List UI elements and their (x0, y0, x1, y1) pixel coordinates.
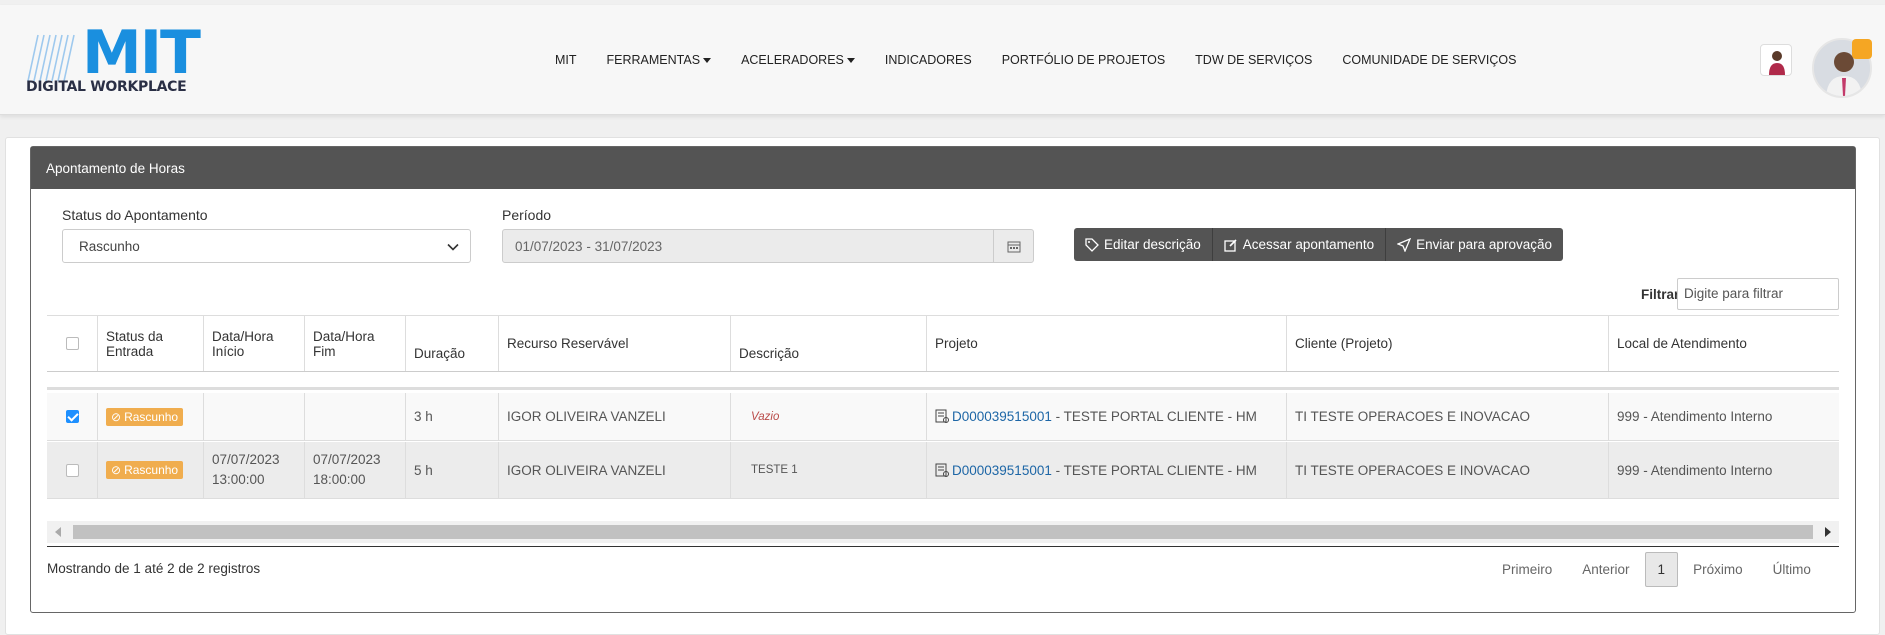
logo-text: MIT (82, 18, 201, 88)
nav-item-indicadores[interactable]: INDICADORES (870, 53, 987, 67)
status-select[interactable]: Rascunho (62, 229, 471, 263)
client-cell: TI TESTE OPERACOES E INOVACAO (1287, 442, 1609, 498)
nav-item-mit[interactable]: MIT (540, 53, 592, 67)
project-name: - TESTE PORTAL CLIENTE - HM (1051, 409, 1257, 424)
edit-icon (1224, 238, 1237, 252)
col-description[interactable]: Descrição (731, 316, 927, 371)
description-cell[interactable]: Vazio (751, 411, 779, 423)
filter-label: Filtrar (1641, 287, 1680, 302)
scrollbar-thumb[interactable] (73, 525, 1813, 539)
location-cell: 999 - Atendimento Interno (1617, 409, 1773, 424)
table-spacer (47, 373, 1839, 390)
edit-description-button[interactable]: Editar descrição (1074, 228, 1213, 261)
caret-down-icon (703, 58, 712, 64)
col-client[interactable]: Cliente (Projeto) (1287, 316, 1609, 371)
page-previous[interactable]: Anterior (1567, 562, 1644, 577)
page-last[interactable]: Último (1758, 562, 1826, 577)
location-cell: 999 - Atendimento Interno (1617, 462, 1773, 478)
tag-icon (1085, 237, 1099, 252)
user-figure-icon[interactable] (1760, 44, 1792, 76)
page-next[interactable]: Próximo (1678, 562, 1758, 577)
caret-down-icon (846, 58, 855, 64)
col-project[interactable]: Projeto (927, 316, 1287, 371)
main-nav: MIT FERRAMENTAS ACELERADORES INDICADORES… (540, 45, 1531, 75)
col-start[interactable]: Data/Hora Início (204, 316, 305, 371)
status-badge: ⊘ Rascunho (106, 407, 184, 426)
send-approval-button[interactable]: Enviar para aprovação (1386, 228, 1563, 261)
table-header-row: Status da Entrada Data/Hora Início Data/… (47, 315, 1839, 372)
draft-icon: ⊘ (111, 463, 122, 477)
period-label: Período (502, 207, 552, 223)
row-checkbox[interactable] (65, 463, 79, 477)
row-checkbox[interactable] (65, 410, 79, 423)
description-cell[interactable]: TESTE 1 (751, 464, 798, 476)
duration-cell: 3 h (406, 393, 499, 440)
status-select-value: Rascunho (79, 239, 140, 254)
nav-item-comunidade[interactable]: COMUNIDADE DE SERVIÇOS (1327, 53, 1531, 67)
table-row[interactable]: ⊘ Rascunho 3 h IGOR OLIVEIRA VANZELI Vazi… (47, 393, 1839, 441)
project-doc-icon (935, 463, 949, 477)
draft-icon: ⊘ (111, 409, 122, 424)
page-first[interactable]: Primeiro (1487, 562, 1567, 577)
project-link[interactable]: D000039515001 (952, 409, 1052, 424)
resource-cell: IGOR OLIVEIRA VANZELI (499, 393, 731, 440)
duration-cell: 5 h (406, 442, 499, 498)
project-doc-icon (935, 409, 949, 423)
col-status[interactable]: Status da Entrada (98, 316, 204, 371)
status-badge: ⊘ Rascunho (106, 461, 184, 479)
nav-item-portfolio[interactable]: PORTFÓLIO DE PROJETOS (987, 53, 1180, 67)
pagination: Primeiro Anterior 1 Próximo Último (1487, 551, 1826, 587)
select-all-checkbox[interactable] (65, 337, 79, 350)
client-cell: TI TESTE OPERACOES E INOVACAO (1287, 393, 1609, 440)
calendar-icon[interactable] (993, 230, 1033, 262)
nav-item-tdw[interactable]: TDW DE SERVIÇOS (1180, 53, 1327, 67)
start-date: 07/07/2023 (212, 452, 280, 467)
resource-cell: IGOR OLIVEIRA VANZELI (499, 442, 731, 498)
nav-item-ferramentas[interactable]: FERRAMENTAS (592, 53, 727, 67)
project-link[interactable]: D000039515001 (952, 463, 1052, 478)
mit-logo[interactable]: MIT DIGITAL WORKPLACE (24, 23, 204, 102)
end-time: 18:00:00 (313, 472, 366, 487)
top-navbar: MIT DIGITAL WORKPLACE MIT FERRAMENTAS AC… (0, 5, 1885, 115)
logo-subtitle: DIGITAL WORKPLACE (26, 79, 187, 95)
nav-item-aceleradores[interactable]: ACELERADORES (726, 53, 870, 67)
project-name: - TESTE PORTAL CLIENTE - HM (1051, 462, 1257, 478)
send-icon (1397, 237, 1412, 252)
col-end[interactable]: Data/Hora Fim (305, 316, 406, 371)
col-location[interactable]: Local de Atendimento (1609, 316, 1839, 371)
access-entry-button[interactable]: Acessar apontamento (1213, 228, 1387, 261)
divider (47, 546, 1839, 547)
action-button-group: Editar descrição Acessar apontamento Env… (1074, 228, 1563, 261)
start-time: 13:00:00 (212, 472, 265, 487)
col-resource[interactable]: Recurso Reservável (499, 316, 731, 371)
chevron-down-icon (447, 243, 459, 251)
table-row[interactable]: ⊘ Rascunho 07/07/2023 13:00:00 07/07/2023 1… (47, 442, 1839, 499)
end-date: 07/07/2023 (313, 452, 381, 467)
period-input[interactable]: 01/07/2023 - 31/07/2023 (502, 229, 1034, 263)
notification-badge[interactable] (1852, 39, 1872, 59)
horizontal-scrollbar[interactable] (47, 521, 1839, 543)
page-current[interactable]: 1 (1644, 551, 1679, 587)
period-value: 01/07/2023 - 31/07/2023 (515, 239, 663, 254)
status-label: Status do Apontamento (62, 207, 208, 223)
filter-input[interactable]: Digite para filtrar (1677, 278, 1839, 310)
panel-title: Apontamento de Horas (31, 147, 1855, 189)
scroll-left-icon[interactable] (55, 527, 61, 537)
col-duration[interactable]: Duração (406, 316, 499, 371)
records-info: Mostrando de 1 até 2 de 2 registros (47, 561, 261, 576)
scroll-right-icon[interactable] (1825, 527, 1831, 537)
logo-wave-icon (27, 34, 75, 82)
